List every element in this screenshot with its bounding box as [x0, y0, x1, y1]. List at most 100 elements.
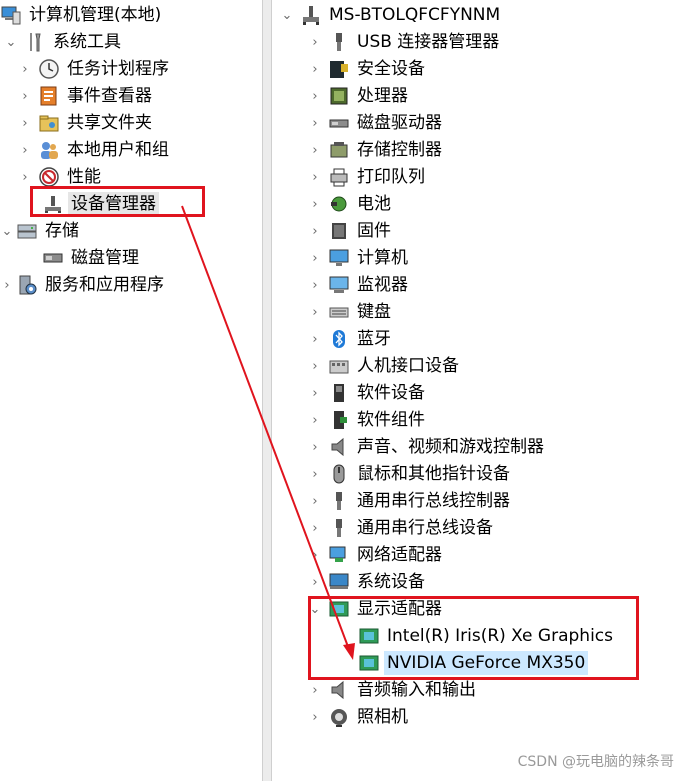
chevron-right-icon[interactable]: ›	[0, 278, 14, 293]
chevron-right-icon[interactable]: ›	[18, 89, 32, 104]
computer-icon	[328, 247, 350, 269]
tree-item[interactable]: › 打印队列	[308, 164, 428, 190]
tree-label: 通用串行总线控制器	[357, 491, 510, 511]
tree-item[interactable]: › 键盘	[308, 299, 394, 325]
tree-label: 键盘	[357, 302, 391, 322]
chevron-right-icon[interactable]: ›	[308, 467, 322, 482]
software-device-icon	[328, 382, 350, 404]
chevron-right-icon[interactable]: ›	[308, 359, 322, 374]
monitor-icon	[328, 274, 350, 296]
tree-item[interactable]: › 通用串行总线控制器	[308, 488, 513, 514]
printer-icon	[328, 166, 350, 188]
battery-icon	[328, 193, 350, 215]
chevron-right-icon[interactable]: ›	[308, 89, 322, 104]
tree-item-disk-management[interactable]: 磁盘管理	[32, 245, 142, 271]
tree-root[interactable]: 计算机管理(本地)	[0, 2, 164, 28]
tree-item[interactable]: ⌄ 显示适配器	[308, 596, 445, 622]
chevron-right-icon[interactable]: ›	[308, 143, 322, 158]
chevron-right-icon[interactable]: ›	[308, 440, 322, 455]
tree-item[interactable]: › 通用串行总线设备	[308, 515, 496, 541]
tree-item[interactable]: › 照相机	[308, 704, 411, 730]
chevron-right-icon[interactable]: ›	[308, 413, 322, 428]
chevron-right-icon[interactable]: ›	[308, 548, 322, 563]
chevron-right-icon[interactable]: ›	[308, 170, 322, 185]
chevron-right-icon[interactable]: ›	[308, 575, 322, 590]
tree-item[interactable]: › 系统设备	[308, 569, 428, 595]
tree-item[interactable]: › 安全设备	[308, 56, 428, 82]
chevron-down-icon[interactable]: ⌄	[0, 224, 14, 239]
chevron-right-icon[interactable]: ›	[308, 386, 322, 401]
tree-label: 服务和应用程序	[45, 275, 164, 295]
tree-item[interactable]: › 处理器	[308, 83, 411, 109]
tree-item[interactable]: NVIDIA GeForce MX350	[352, 650, 589, 676]
tree-item[interactable]: › 电池	[308, 191, 394, 217]
tree-label-selected: 设备管理器	[68, 192, 159, 216]
network-adapter-icon	[328, 544, 350, 566]
chevron-right-icon[interactable]: ›	[308, 494, 322, 509]
chevron-down-icon[interactable]: ⌄	[280, 8, 294, 23]
chevron-right-icon[interactable]: ›	[308, 332, 322, 347]
tree-item[interactable]: › 声音、视频和游戏控制器	[308, 434, 547, 460]
software-component-icon	[328, 409, 350, 431]
chevron-right-icon[interactable]: ›	[308, 305, 322, 320]
tree-item[interactable]: › 固件	[308, 218, 394, 244]
tree-item[interactable]: › 存储控制器	[308, 137, 445, 163]
tree-item-services-apps[interactable]: › 服务和应用程序	[0, 272, 167, 298]
tree-item[interactable]: › 蓝牙	[308, 326, 394, 352]
chevron-right-icon[interactable]: ›	[18, 116, 32, 131]
hid-icon	[328, 355, 350, 377]
tree-item[interactable]: › 音频输入和输出	[308, 677, 479, 703]
tree-item[interactable]: Intel(R) Iris(R) Xe Graphics	[352, 623, 616, 649]
tree-item-local-users[interactable]: › 本地用户和组	[18, 137, 172, 163]
tree-item[interactable]: › 监视器	[308, 272, 411, 298]
tree-item-system-tools[interactable]: ⌄ 系统工具	[4, 29, 124, 55]
computer-name: MS-BTOLQFCFYNNM	[329, 5, 501, 25]
system-device-icon	[328, 571, 350, 593]
chevron-right-icon[interactable]: ›	[308, 224, 322, 239]
tree-item-event-viewer[interactable]: › 事件查看器	[18, 83, 155, 109]
security-device-icon	[328, 58, 350, 80]
left-tree-pane: 计算机管理(本地) ⌄ 系统工具 › 任务计划程序 › 事件查看器 › 共享文件…	[0, 0, 262, 781]
chevron-right-icon[interactable]: ›	[18, 62, 32, 77]
device-tree-root[interactable]: ⌄ MS-BTOLQFCFYNNM	[280, 2, 503, 28]
tree-item[interactable]: › 软件组件	[308, 407, 428, 433]
chevron-right-icon[interactable]: ›	[308, 710, 322, 725]
chevron-down-icon[interactable]: ⌄	[308, 602, 322, 617]
disk-drive-icon	[328, 112, 350, 134]
tree-item-task-scheduler[interactable]: › 任务计划程序	[18, 56, 172, 82]
chevron-right-icon[interactable]: ›	[308, 62, 322, 77]
tree-item-shared-folders[interactable]: › 共享文件夹	[18, 110, 155, 136]
display-adapter-icon	[328, 598, 350, 620]
chevron-right-icon[interactable]: ›	[18, 143, 32, 158]
chevron-right-icon[interactable]: ›	[308, 116, 322, 131]
tree-label: 网络适配器	[357, 545, 442, 565]
tree-item[interactable]: › 磁盘驱动器	[308, 110, 445, 136]
tree-item[interactable]: › 鼠标和其他指针设备	[308, 461, 513, 487]
tree-label: 处理器	[357, 86, 408, 106]
tree-item[interactable]: › USB 连接器管理器	[308, 29, 502, 55]
tree-item[interactable]: › 网络适配器	[308, 542, 445, 568]
tree-item-device-manager[interactable]: 设备管理器	[32, 191, 159, 217]
tree-item[interactable]: › 计算机	[308, 245, 411, 271]
firmware-icon	[328, 220, 350, 242]
chevron-right-icon[interactable]: ›	[308, 35, 322, 50]
pane-divider[interactable]	[262, 0, 272, 781]
chevron-right-icon[interactable]: ›	[18, 170, 32, 185]
tree-item-storage[interactable]: ⌄ 存储	[0, 218, 82, 244]
tree-label: 软件组件	[357, 410, 425, 430]
tree-label: 人机接口设备	[357, 356, 459, 376]
storage-icon	[16, 220, 38, 242]
tree-item[interactable]: › 软件设备	[308, 380, 428, 406]
tree-item[interactable]: › 人机接口设备	[308, 353, 462, 379]
tree-label: 共享文件夹	[67, 113, 152, 133]
chevron-right-icon[interactable]: ›	[308, 251, 322, 266]
chevron-right-icon[interactable]: ›	[308, 683, 322, 698]
tools-icon	[24, 31, 46, 53]
chevron-right-icon[interactable]: ›	[308, 278, 322, 293]
tree-label: 计算机	[357, 248, 408, 268]
chevron-right-icon[interactable]: ›	[308, 521, 322, 536]
chevron-down-icon[interactable]: ⌄	[4, 35, 18, 50]
tree-item-performance[interactable]: › 性能	[18, 164, 104, 190]
chevron-right-icon[interactable]: ›	[308, 197, 322, 212]
tree-label: 系统设备	[357, 572, 425, 592]
